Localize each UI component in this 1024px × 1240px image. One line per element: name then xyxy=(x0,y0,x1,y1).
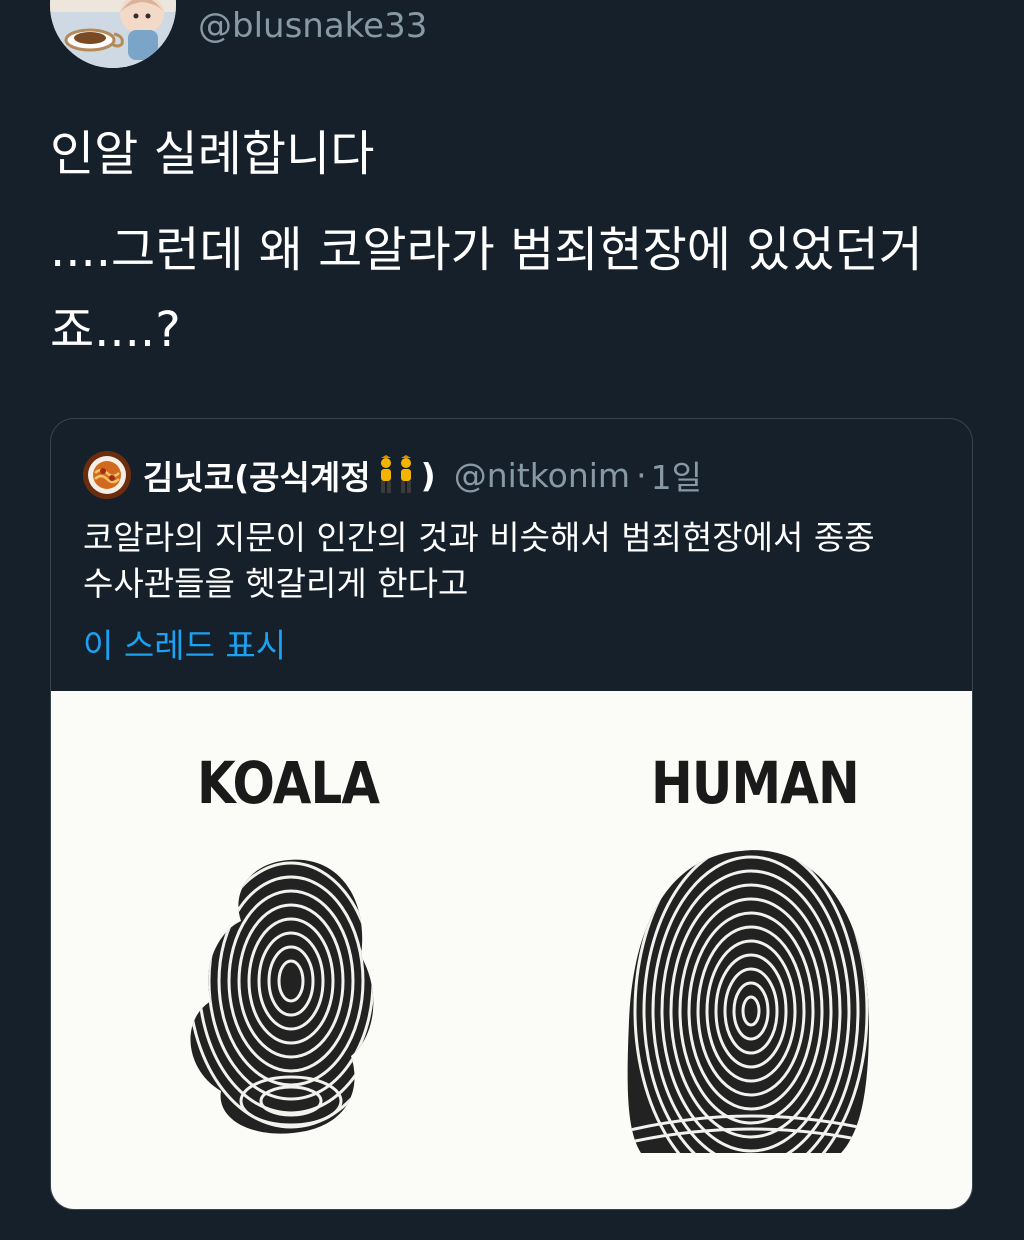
author-avatar[interactable] xyxy=(50,0,176,68)
tweet-text-line-1: 인알 실례합니다 xyxy=(50,126,375,182)
koala-fingerprint xyxy=(190,859,374,1134)
quoted-author-avatar[interactable] xyxy=(83,451,131,499)
fingerprint-illustration xyxy=(190,850,869,1154)
tweet-text-line-2: ....그런데 왜 코알라가 범죄현장에 있었던거 xyxy=(50,222,923,278)
avatar-illustration xyxy=(50,0,176,68)
meta-separator: · xyxy=(636,455,647,495)
quoted-tweet-card[interactable]: 김닛코(공식계정 ) @nitkonim · 1일 코알라의 지문이 인간의 것… xyxy=(50,418,973,1210)
author-handle[interactable]: @blusnake33 xyxy=(198,4,427,48)
quoted-author-name[interactable]: 김닛코(공식계정 xyxy=(143,451,371,499)
quoted-tweet-header: 김닛코(공식계정 ) @nitkonim · 1일 xyxy=(143,451,702,499)
human-fingerprint xyxy=(627,850,869,1154)
spaghetti-avatar-icon xyxy=(83,451,131,499)
tweet-text-line-3: 죠....? xyxy=(50,302,181,358)
quoted-tweet-text: 코알라의 지문이 인간의 것과 비슷해서 범죄현장에서 종종 수사관들을 헷갈리… xyxy=(83,515,953,607)
quoted-author-handle[interactable]: @nitkonim xyxy=(454,456,630,495)
quoted-text-line-1: 코알라의 지문이 인간의 것과 비슷해서 범죄현장에서 종종 xyxy=(83,518,875,557)
quoted-tweet-time[interactable]: 1일 xyxy=(651,451,702,499)
quoted-author-name-close: ) xyxy=(420,455,436,495)
show-thread-link[interactable]: 이 스레드 표시 xyxy=(83,623,286,669)
quoted-tweet-image[interactable]: KOALA HUMAN xyxy=(51,691,972,1209)
twins-emoji-icon xyxy=(380,455,411,493)
quoted-text-line-2: 수사관들을 헷갈리게 한다고 xyxy=(83,564,469,603)
